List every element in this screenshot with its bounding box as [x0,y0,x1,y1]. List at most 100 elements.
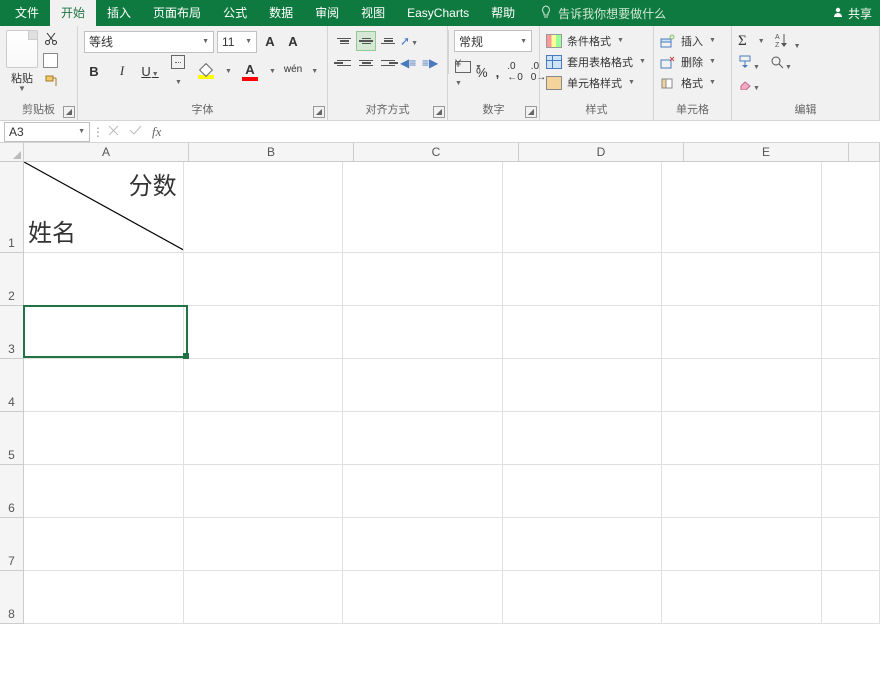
enter-formula-button[interactable] [129,124,142,140]
cell[interactable] [822,412,880,465]
cell[interactable] [822,162,880,253]
increase-decimal-button[interactable]: .0←0 [507,61,523,83]
cell[interactable] [822,306,880,359]
conditional-formatting-button[interactable]: 条件格式 ▼ [546,30,647,51]
tab-formulas[interactable]: 公式 [212,0,258,26]
cell[interactable] [24,465,184,518]
cell[interactable] [662,253,822,306]
column-header-C[interactable]: C [354,143,519,162]
cell[interactable] [822,571,880,624]
row-header-1[interactable]: 1 [0,162,24,253]
formula-input[interactable] [169,122,880,142]
sort-filter-button[interactable]: AZ▼ [775,32,801,51]
align-middle-button[interactable] [356,31,376,51]
cell[interactable] [343,162,503,253]
row-header-2[interactable]: 2 [0,253,24,306]
name-box[interactable]: A3 ▼ [4,122,90,142]
tab-view[interactable]: 视图 [350,0,396,26]
tab-help[interactable]: 帮助 [480,0,526,26]
autosum-button[interactable]: Σ [738,33,747,50]
italic-button[interactable]: I [112,63,132,79]
align-left-button[interactable] [334,53,354,73]
cancel-formula-button[interactable] [108,124,119,140]
cell[interactable] [343,518,503,571]
percent-button[interactable]: % [476,65,488,80]
tab-review[interactable]: 审阅 [304,0,350,26]
spreadsheet-grid[interactable]: ABCDE 12345678 分数姓名 [0,143,880,700]
cell[interactable] [24,518,184,571]
cell[interactable] [503,306,663,359]
tab-data[interactable]: 数据 [258,0,304,26]
format-cells-button[interactable]: 格式 ▼ [660,72,725,93]
font-name-select[interactable]: 等线 ▼ [84,31,214,53]
comma-button[interactable]: , [496,65,500,80]
cell[interactable] [822,518,880,571]
cell[interactable] [662,359,822,412]
chevron-down-icon[interactable]: ▼ [225,68,232,75]
cell[interactable] [503,253,663,306]
name-box-resize[interactable]: ⋮ [92,125,100,139]
decrease-indent-button[interactable]: ◀≡ [400,56,420,70]
cell-styles-button[interactable]: 单元格样式 ▼ [546,72,647,93]
column-header-B[interactable]: B [189,143,354,162]
number-launcher[interactable]: ◢ [525,106,537,118]
fill-color-button[interactable] [196,63,216,79]
cell[interactable] [343,571,503,624]
cell[interactable] [184,359,344,412]
row-header-6[interactable]: 6 [0,465,24,518]
cell[interactable] [822,253,880,306]
column-header-D[interactable]: D [519,143,684,162]
paste-button[interactable]: 粘贴 ▼ [6,30,38,102]
cell[interactable] [343,465,503,518]
format-as-table-button[interactable]: 套用表格格式 ▼ [546,51,647,72]
share-button[interactable]: 共享 [832,0,872,26]
accounting-format-button[interactable]: ¥▼ [454,56,468,88]
underline-button[interactable]: U▼ [140,64,160,79]
chevron-down-icon[interactable]: ▼ [758,38,765,45]
clear-button[interactable]: ▼ [738,78,760,93]
align-right-button[interactable] [378,53,398,73]
cell[interactable] [24,571,184,624]
cell[interactable] [24,359,184,412]
border-button[interactable]: ▼ [168,55,188,87]
cell[interactable] [503,571,663,624]
cell[interactable] [343,359,503,412]
column-header-E[interactable]: E [684,143,849,162]
chevron-down-icon[interactable]: ▼ [311,68,318,75]
font-launcher[interactable]: ◢ [313,106,325,118]
bold-button[interactable]: B [84,64,104,79]
select-all-corner[interactable] [0,143,24,162]
cell[interactable] [503,465,663,518]
cell[interactable] [503,412,663,465]
cell[interactable] [662,571,822,624]
tab-easycharts[interactable]: EasyCharts [396,0,480,26]
cell[interactable] [662,465,822,518]
increase-font-button[interactable]: A [260,34,280,49]
tell-me[interactable]: 告诉我你想要做什么 [540,5,666,22]
cell[interactable] [662,518,822,571]
cell[interactable] [343,253,503,306]
clipboard-launcher[interactable]: ◢ [63,106,75,118]
font-color-button[interactable]: A [240,62,260,81]
chevron-down-icon[interactable]: ▼ [269,68,276,75]
cell[interactable] [184,306,344,359]
column-header-A[interactable]: A [24,143,189,162]
cell[interactable] [662,162,822,253]
insert-function-button[interactable]: fx [152,124,161,140]
row-header-4[interactable]: 4 [0,359,24,412]
row-header-8[interactable]: 8 [0,571,24,624]
cell[interactable] [343,306,503,359]
find-select-button[interactable]: ▼ [770,55,792,72]
cell[interactable] [662,306,822,359]
align-center-button[interactable] [356,53,376,73]
column-header[interactable] [849,143,880,162]
cell[interactable] [822,465,880,518]
cell[interactable] [343,412,503,465]
align-top-button[interactable] [334,31,354,51]
cell[interactable] [503,359,663,412]
cell[interactable] [184,518,344,571]
copy-button[interactable] [45,55,58,68]
increase-indent-button[interactable]: ≡▶ [422,56,442,70]
cell[interactable] [184,571,344,624]
tab-file[interactable]: 文件 [4,0,50,26]
